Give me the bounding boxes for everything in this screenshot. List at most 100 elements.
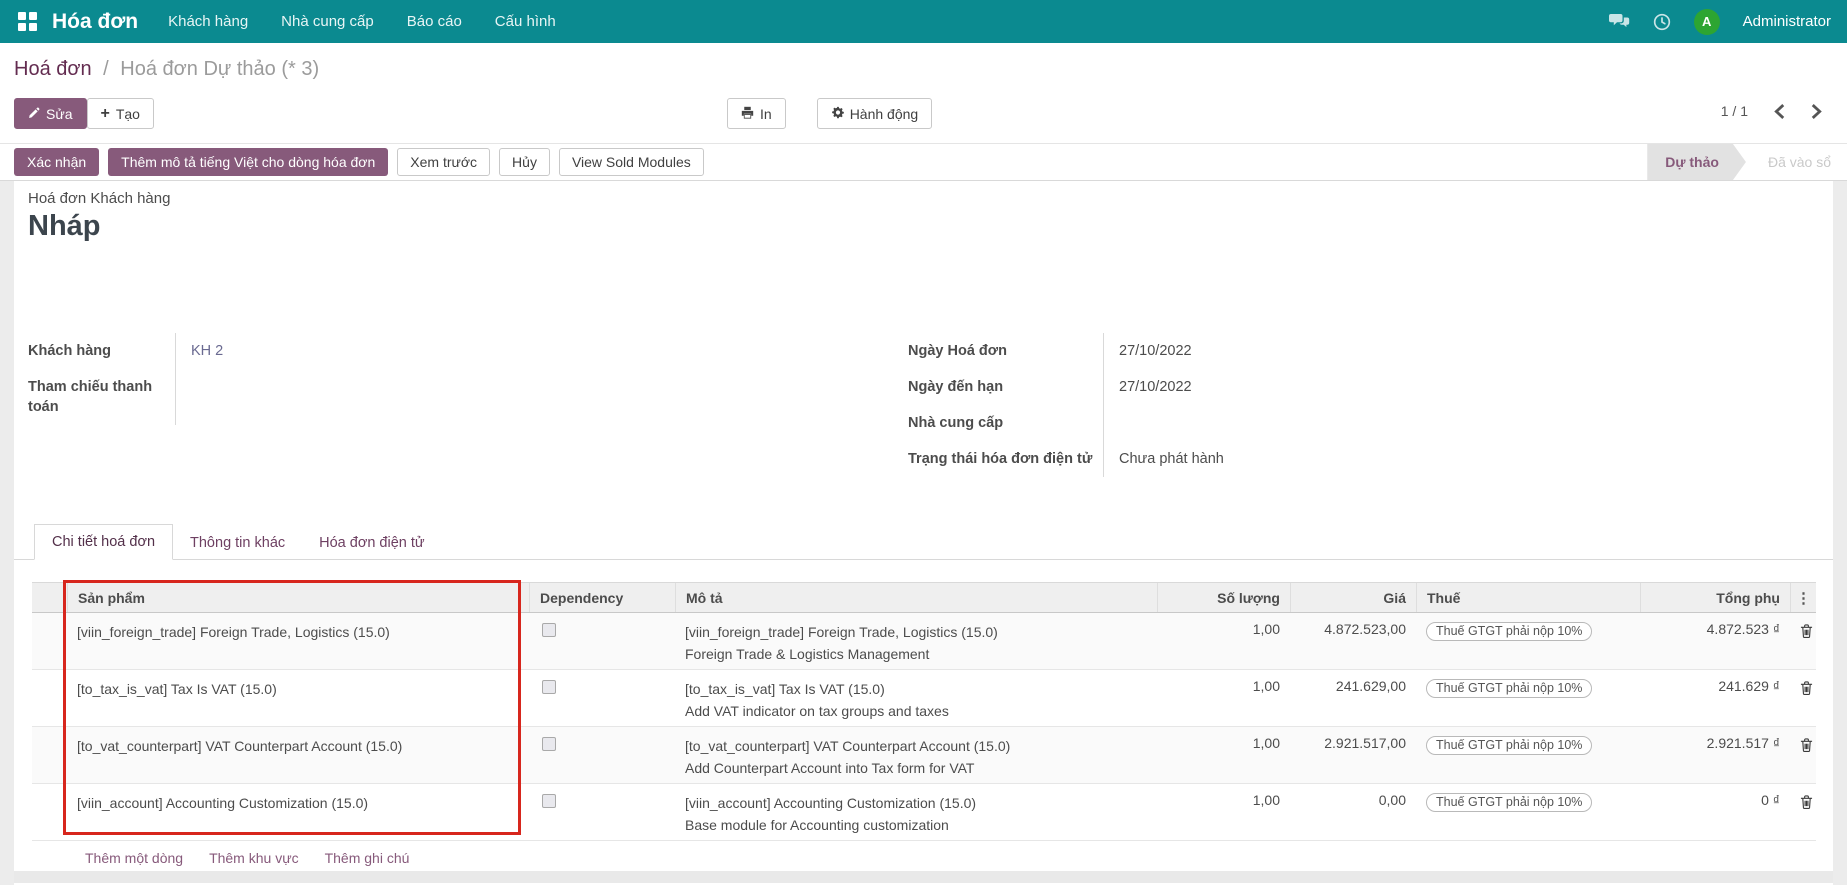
delete-row-trash-icon[interactable]	[1800, 795, 1813, 812]
breadcrumb-parent-link[interactable]: Hoá đơn	[14, 58, 92, 80]
tab-hoa-don-dien-tu[interactable]: Hóa đơn điện tử	[302, 526, 441, 560]
header-tong-phu[interactable]: Tổng phụ	[1640, 583, 1790, 612]
form-group-left: Khách hàng KH 2 Tham chiếu thanh toán	[28, 333, 683, 425]
form-group-right: Ngày Hoá đơn 27/10/2022 Ngày đến hạn 27/…	[908, 333, 1553, 477]
record-buttons: Sửa + Tạo	[14, 98, 154, 129]
form-sheet: Hoá đơn Khách hàng Nháp Khách hàng KH 2 …	[14, 181, 1833, 885]
cell-subtotal: 241.629 ₫	[1640, 670, 1790, 726]
status-pipeline: Dự thảo Đã vào sổ	[1647, 144, 1847, 180]
delete-row-trash-icon[interactable]	[1800, 738, 1813, 755]
action-button[interactable]: Hành động	[817, 98, 933, 129]
tab-chi-tiet-hoa-don[interactable]: Chi tiết hoá đơn	[34, 524, 173, 560]
confirm-button[interactable]: Xác nhận	[14, 148, 99, 176]
invoice-lines-table: Sản phẩm Dependency Mô tả Số lượng Giá T…	[32, 582, 1816, 871]
field-label-ngay-hoa-don: Ngày Hoá đơn	[908, 333, 1103, 369]
table-row[interactable]: [to_vat_counterpart] VAT Counterpart Acc…	[32, 727, 1816, 784]
field-value-ngay-hoa-don: 27/10/2022	[1103, 333, 1553, 369]
field-value-khach-hang[interactable]: KH 2	[191, 343, 223, 359]
pencil-icon	[28, 106, 40, 122]
field-value-ngay-den-han: 27/10/2022	[1103, 369, 1553, 405]
dependency-checkbox[interactable]	[542, 794, 556, 808]
delete-row-trash-icon[interactable]	[1800, 681, 1813, 698]
menu-khach-hang[interactable]: Khách hàng	[168, 13, 248, 30]
header-dependency[interactable]: Dependency	[529, 583, 675, 612]
record-title: Nháp	[28, 207, 101, 245]
cell-product: [viin_account] Accounting Customization …	[77, 792, 519, 814]
header-handle	[32, 583, 67, 612]
field-value-trang-thai-hoa-don-dien-tu: Chưa phát hành	[1103, 441, 1553, 477]
create-button[interactable]: + Tạo	[87, 98, 154, 129]
table-row[interactable]: [to_tax_is_vat] Tax Is VAT (15.0) [to_ta…	[32, 670, 1816, 727]
control-panel: Hoá đơn / Hoá đơn Dự thảo (* 3) Sửa + Tạ…	[0, 43, 1847, 143]
cell-quantity: 1,00	[1157, 613, 1290, 669]
optional-columns-kebab-icon[interactable]: ⋮	[1790, 583, 1816, 612]
field-value-tham-chieu-thanh-toan	[175, 369, 683, 425]
header-mo-ta[interactable]: Mô tả	[675, 583, 1157, 612]
cell-quantity: 1,00	[1157, 670, 1290, 726]
apps-grid-icon[interactable]	[18, 12, 37, 31]
cell-description-line2: Add Counterpart Account into Tax form fo…	[685, 757, 1147, 779]
add-vietnamese-description-button[interactable]: Thêm mô tả tiếng Việt cho dòng hóa đơn	[108, 148, 388, 176]
add-line-link[interactable]: Thêm một dòng	[85, 850, 183, 871]
activities-clock-icon[interactable]	[1653, 13, 1671, 31]
header-san-pham[interactable]: Sản phẩm	[67, 583, 529, 612]
header-so-luong[interactable]: Số lượng	[1157, 583, 1290, 612]
topbar-right: A Administrator	[1609, 9, 1835, 35]
pager: 1 / 1	[1721, 103, 1822, 119]
dependency-checkbox[interactable]	[542, 623, 556, 637]
view-sold-modules-button[interactable]: View Sold Modules	[559, 148, 704, 176]
table-row[interactable]: [viin_account] Accounting Customization …	[32, 784, 1816, 841]
content-area: Hoá đơn Khách hàng Nháp Khách hàng KH 2 …	[0, 181, 1847, 885]
dependency-checkbox[interactable]	[542, 680, 556, 694]
field-label-ngay-den-han: Ngày đến hạn	[908, 369, 1103, 405]
messages-icon[interactable]	[1609, 13, 1630, 30]
pager-next-icon[interactable]	[1811, 104, 1822, 119]
app-name[interactable]: Hóa đơn	[52, 10, 138, 34]
menu-cau-hinh[interactable]: Cấu hình	[495, 13, 556, 30]
edit-button[interactable]: Sửa	[14, 98, 87, 129]
user-avatar[interactable]: A	[1694, 9, 1720, 35]
dependency-checkbox[interactable]	[542, 737, 556, 751]
print-action-buttons: In Hành động	[727, 98, 932, 129]
cell-price: 241.629,00	[1290, 670, 1416, 726]
header-thue[interactable]: Thuế	[1416, 583, 1640, 612]
top-menu: Khách hàng Nhà cung cấp Báo cáo Cấu hình	[168, 13, 556, 30]
document-type-label: Hoá đơn Khách hàng	[28, 190, 170, 207]
add-note-link[interactable]: Thêm ghi chú	[325, 850, 410, 871]
state-da-vao-so[interactable]: Đã vào sổ	[1746, 144, 1847, 180]
cell-description-line2: Base module for Accounting customization	[685, 814, 1147, 836]
user-menu[interactable]: Administrator	[1743, 13, 1831, 30]
topbar: Hóa đơn Khách hàng Nhà cung cấp Báo cáo …	[0, 0, 1847, 43]
header-gia[interactable]: Giá	[1290, 583, 1416, 612]
delete-row-trash-icon[interactable]	[1800, 624, 1813, 641]
tab-thong-tin-khac[interactable]: Thông tin khác	[173, 526, 302, 560]
cell-price: 4.872.523,00	[1290, 613, 1416, 669]
gear-icon	[831, 106, 844, 122]
breadcrumb: Hoá đơn / Hoá đơn Dự thảo (* 3)	[14, 58, 319, 81]
field-label-tham-chieu-thanh-toan: Tham chiếu thanh toán	[28, 369, 175, 425]
tax-badge: Thuế GTGT phải nộp 10%	[1426, 679, 1592, 698]
pager-previous-icon[interactable]	[1774, 104, 1785, 119]
table-body: [viin_foreign_trade] Foreign Trade, Logi…	[32, 613, 1816, 841]
plus-icon: +	[101, 106, 110, 122]
breadcrumb-current: Hoá đơn Dự thảo (* 3)	[120, 58, 319, 80]
cell-description-line2: Foreign Trade & Logistics Management	[685, 643, 1147, 665]
preview-button[interactable]: Xem trước	[397, 148, 490, 176]
menu-bao-cao[interactable]: Báo cáo	[407, 13, 462, 30]
add-section-link[interactable]: Thêm khu vực	[209, 850, 299, 871]
tax-badge: Thuế GTGT phải nộp 10%	[1426, 622, 1592, 641]
table-row[interactable]: [viin_foreign_trade] Foreign Trade, Logi…	[32, 613, 1816, 670]
print-button[interactable]: In	[727, 98, 786, 129]
field-label-trang-thai-hoa-don-dien-tu: Trạng thái hóa đơn điện tử	[908, 441, 1103, 477]
menu-nha-cung-cap[interactable]: Nhà cung cấp	[281, 13, 374, 30]
state-du-thao[interactable]: Dự thảo	[1647, 144, 1746, 180]
cell-subtotal: 2.921.517 ₫	[1640, 727, 1790, 783]
cell-quantity: 1,00	[1157, 784, 1290, 840]
cell-product: [to_tax_is_vat] Tax Is VAT (15.0)	[77, 678, 519, 700]
cell-quantity: 1,00	[1157, 727, 1290, 783]
cell-description-line1: [to_vat_counterpart] VAT Counterpart Acc…	[685, 735, 1147, 757]
cell-subtotal: 4.872.523 ₫	[1640, 613, 1790, 669]
cancel-button[interactable]: Hủy	[499, 148, 550, 176]
cell-description-line2: Add VAT indicator on tax groups and taxe…	[685, 700, 1147, 722]
notebook-tabs: Chi tiết hoá đơn Thông tin khác Hóa đơn …	[14, 522, 1833, 560]
